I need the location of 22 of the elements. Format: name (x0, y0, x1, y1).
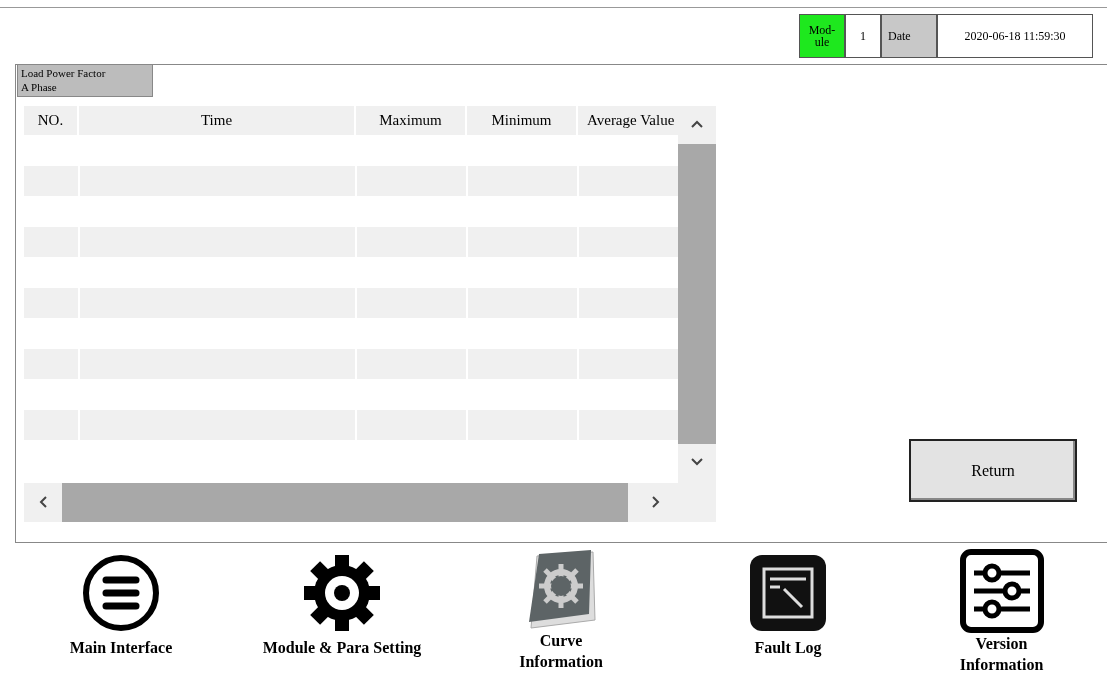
return-button[interactable]: Return (909, 439, 1077, 502)
nav-button[interactable]: Curve Information (442, 543, 680, 673)
column-header: Maximum (356, 106, 467, 135)
nav-button[interactable]: Main Interface (0, 543, 242, 673)
column-header: Minimum (467, 106, 578, 135)
column-header: NO. (24, 106, 79, 135)
nav-button[interactable]: Module & Para Setting (242, 543, 442, 673)
log-edit-icon (748, 553, 828, 633)
column-header: Time (79, 106, 356, 135)
vertical-scrollbar[interactable] (678, 106, 716, 484)
scroll-thumb[interactable] (678, 144, 716, 444)
menu-icon (81, 553, 161, 633)
module-label: Mod-ule (800, 15, 846, 57)
panel-title: Load Power Factor A Phase (17, 65, 153, 97)
sliders-icon (959, 549, 1044, 633)
date-label: Date (882, 15, 938, 57)
horizontal-scrollbar[interactable] (24, 483, 716, 522)
nav-button[interactable]: Version Information (896, 543, 1107, 673)
settings-icon (302, 553, 382, 633)
scroll-thumb[interactable] (62, 483, 628, 522)
column-header: Average Value (578, 106, 678, 135)
nav-button[interactable]: Fault Log (680, 543, 896, 673)
